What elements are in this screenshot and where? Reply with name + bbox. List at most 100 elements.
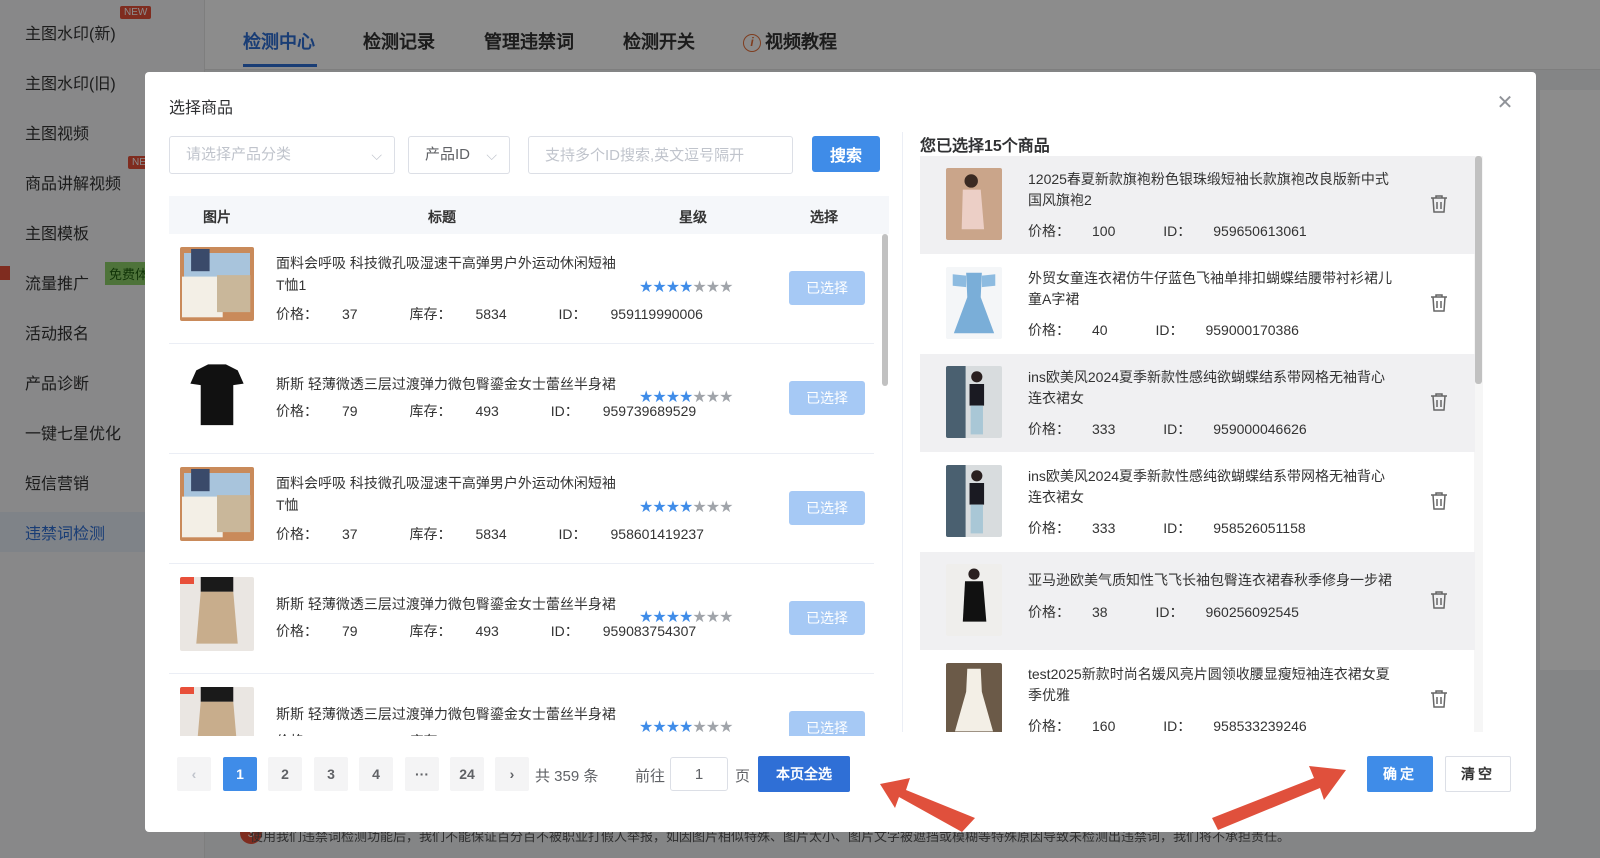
star-icon: ★ [639,389,653,406]
star-icon: ★ [719,389,733,406]
total-count: 共 359 条 [535,768,599,785]
trash-icon[interactable] [1430,293,1448,313]
star-icon: ★ [665,279,680,296]
star-icon: ★ [652,499,666,516]
page-ellipsis[interactable]: ··· [405,757,439,791]
selected-id: ID： 959650613061 [1163,223,1307,239]
star-icon: ★ [679,499,693,516]
page-1[interactable]: 1 [223,757,257,791]
table-header: 图片 标题 星级 选择 [169,196,889,234]
star-icon: ★ [719,719,733,736]
selected-scrollbar[interactable] [1475,156,1482,384]
star-icon: ★ [705,279,720,296]
selected-title: ins欧美风2024夏季新款性感纯欲蝴蝶结系带网格无袖背心连衣裙女 [1028,468,1386,505]
selected-id: ID： 958526051158 [1163,520,1306,536]
table-row: 斯斯 轻薄微透三层过渡弹力微包臀鎏金女士蕾丝半身裙 价格：79 库存：493 I… [169,564,874,674]
page-24[interactable]: 24 [450,757,484,791]
product-thumbnail [180,467,254,541]
table-row: 斯斯 轻薄微透三层过渡弹力微包臀鎏金女士蕾丝半身裙 价格：79 库存：493 I… [169,344,874,454]
selected-meta: 价格： 100 ID： 959650613061 [1028,221,1351,241]
product-id: ID： 958601419237 [558,526,704,542]
selected-thumbnail [946,168,1002,240]
product-price: 价格： 37 [276,526,358,542]
product-title: 斯斯 轻薄微透三层过渡弹力微包臀鎏金女士蕾丝半身裙 [276,376,616,392]
header-rating: 星级 [679,209,707,225]
trash-icon[interactable] [1430,194,1448,214]
selected-title: ins欧美风2024夏季新款性感纯欲蝴蝶结系带网格无袖背心连衣裙女 [1028,369,1386,406]
star-rating: ★★★★★★★ [639,607,733,627]
confirm-button[interactable]: 确定 [1367,756,1433,792]
star-icon: ★ [679,389,693,406]
selected-title: 亚马逊欧美气质知性飞飞长袖包臀连衣裙春秋季修身一步裙 [1028,572,1392,588]
product-thumbnail [180,687,254,736]
table-scrollbar[interactable] [882,234,888,386]
product-id: ID： 959119990006 [558,306,703,322]
search-type-select[interactable]: 产品ID ⌵ [408,136,510,174]
star-icon: ★ [652,279,666,296]
select-all-on-page-button[interactable]: 本页全选 [758,756,850,792]
product-stock: 库存：493 [409,623,499,639]
selected-id: ID： 960256092545 [1155,604,1299,620]
selected-price: 价格： 160 [1028,718,1116,732]
selected-button[interactable]: 已选择 [789,491,865,525]
category-select[interactable]: 请选择产品分类 ⌵ [169,136,395,174]
selected-button[interactable]: 已选择 [789,711,865,736]
modal-title: 选择商品 [169,100,234,117]
table-row: 斯斯 轻薄微透三层过渡弹力微包臀鎏金女士蕾丝半身裙 价格：79 库存：493 I… [169,674,874,736]
star-icon: ★ [719,609,733,626]
product-title: 斯斯 轻薄微透三层过渡弹力微包臀鎏金女士蕾丝半身裙 [276,706,616,722]
trash-icon[interactable] [1430,392,1448,412]
selected-item: 亚马逊欧美气质知性飞飞长袖包臀连衣裙春秋季修身一步裙 价格： 38 ID： 9602… [920,552,1475,650]
star-icon: ★ [665,499,680,516]
star-icon: ★ [639,279,653,296]
star-icon: ★ [719,499,733,516]
selected-meta: 价格： 38 ID： 960256092545 [1028,602,1343,622]
page-2[interactable]: 2 [268,757,302,791]
id-search-input[interactable] [528,136,793,174]
page-3[interactable]: 3 [314,757,348,791]
product-table: 图片 标题 星级 选择 面料会呼吸 科技微孔吸湿速干高弹男户外运动休闲短袖T恤1… [169,196,889,736]
star-icon: ★ [705,389,720,406]
selected-button[interactable]: 已选择 [789,601,865,635]
chevron-down-icon: ⌵ [486,147,497,163]
product-title: 面料会呼吸 科技微孔吸湿速干高弹男户外运动休闲短袖T恤1 [276,255,616,293]
selected-id: ID： 958533239246 [1163,718,1307,732]
product-stock: 库存：493 [409,733,522,736]
chevron-right-icon[interactable]: › [495,757,529,791]
trash-icon[interactable] [1430,590,1448,610]
selected-id: ID： 959000046626 [1163,421,1307,437]
star-rating: ★★★★★★★ [639,277,733,297]
selected-button[interactable]: 已选择 [789,381,865,415]
star-icon: ★ [692,279,706,296]
page-4[interactable]: 4 [359,757,393,791]
star-icon: ★ [665,719,680,736]
trash-icon[interactable] [1430,491,1448,511]
product-thumbnail [180,247,254,321]
goto-page-input[interactable] [670,757,728,791]
search-type-value: 产品ID [425,146,471,163]
trash-icon[interactable] [1430,689,1448,709]
star-icon: ★ [705,719,720,736]
clear-button[interactable]: 清空 [1445,756,1511,792]
product-price: 价格： 37 [276,306,358,322]
selected-list: 12025春夏新款旗袍粉色银珠缎短袖长款旗袍改良版新中式国风旗袍2 价格： 100… [920,156,1475,732]
selected-button[interactable]: 已选择 [789,271,865,305]
selected-thumbnail [946,366,1002,438]
selected-title: test2025新款时尚名媛风亮片圆领收腰显瘦短袖连衣裙女夏季优雅 [1028,666,1390,703]
table-row: 面料会呼吸 科技微孔吸湿速干高弹男户外运动休闲短袖T恤1 价格： 37 库存： 58… [169,234,874,344]
star-rating: ★★★★★★★ [639,497,733,517]
star-icon: ★ [679,279,693,296]
star-icon: ★ [692,389,706,406]
star-icon: ★ [679,719,693,736]
close-icon[interactable]: ✕ [1494,92,1516,114]
product-meta: 价格： 37 库存： 5834 ID： 958601419237 [276,524,752,544]
selected-thumbnail [946,465,1002,537]
chevron-left-icon[interactable]: ‹ [177,757,211,791]
header-title: 标题 [428,209,456,225]
product-stock: 库存：493 [409,403,499,419]
search-button[interactable]: 搜索 [812,136,880,172]
product-title: 斯斯 轻薄微透三层过渡弹力微包臀鎏金女士蕾丝半身裙 [276,596,616,612]
panel-divider [902,132,903,732]
product-title: 面料会呼吸 科技微孔吸湿速干高弹男户外运动休闲短袖T恤 [276,475,616,513]
chevron-down-icon: ⌵ [371,147,382,163]
